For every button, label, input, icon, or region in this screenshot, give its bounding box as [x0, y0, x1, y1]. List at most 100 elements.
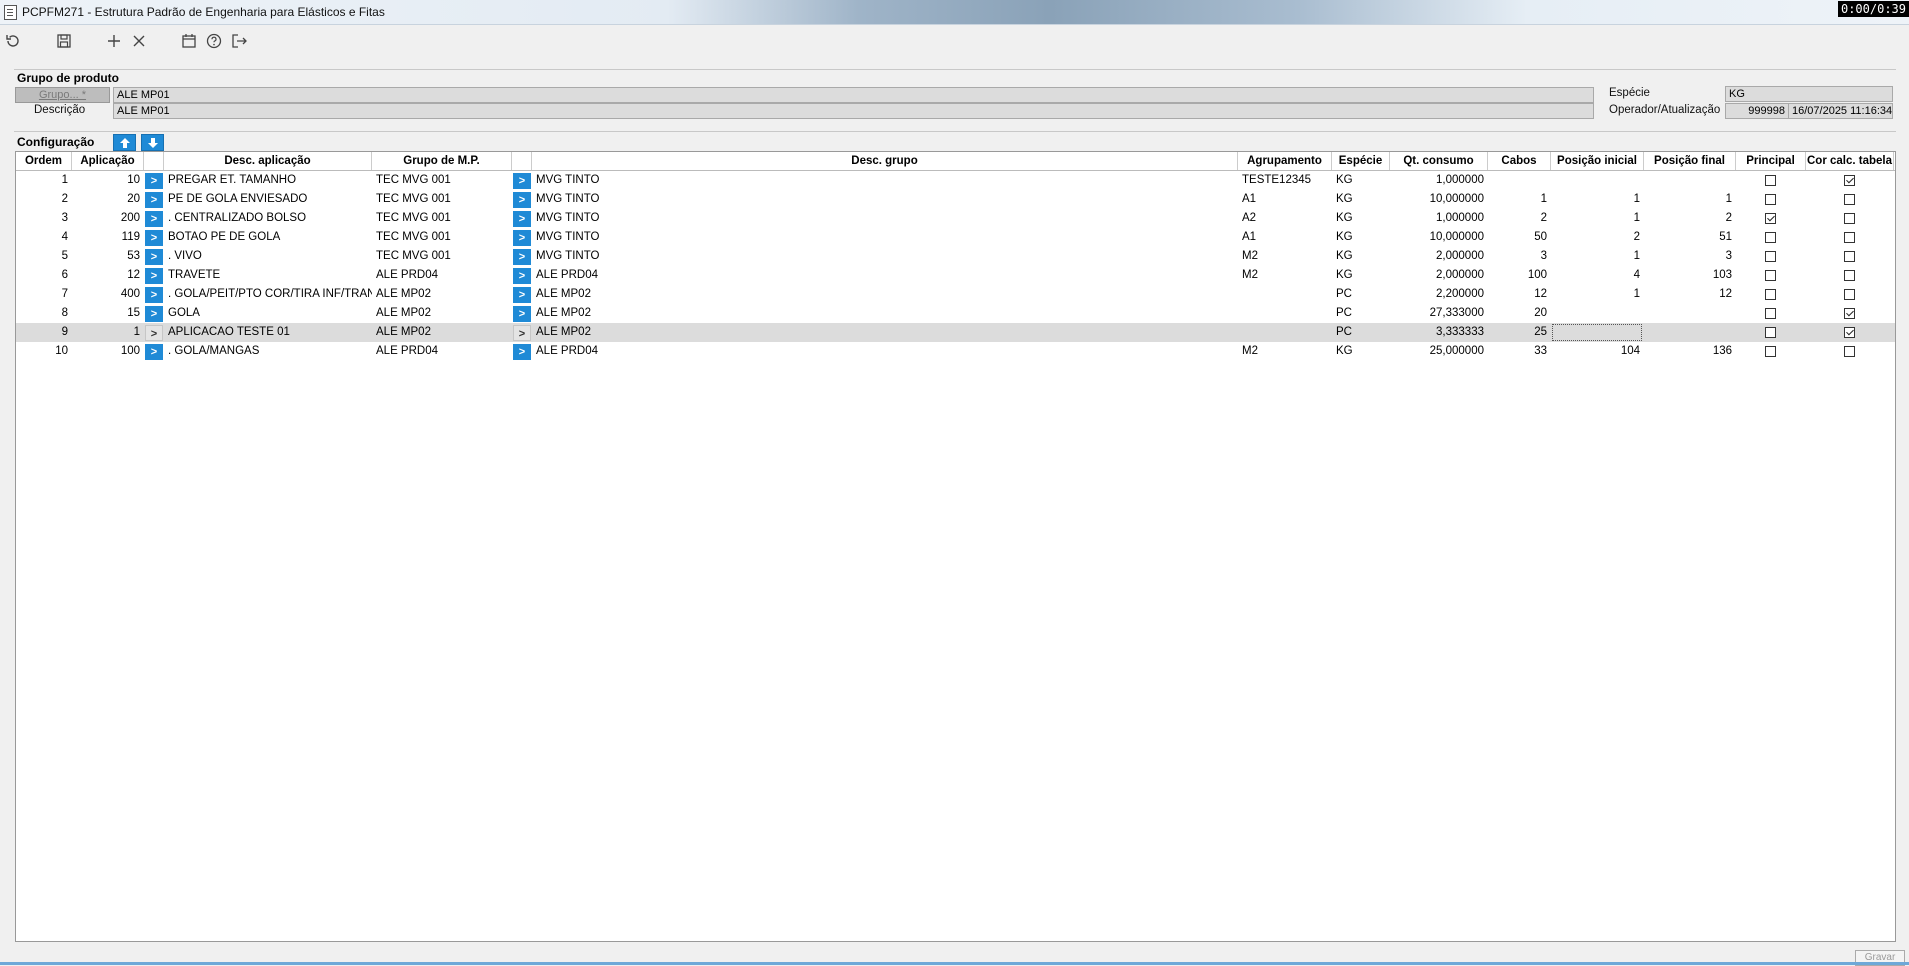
- table-row[interactable]: 7400>. GOLA/PEIT/PTO COR/TIRA INF/TRANC …: [16, 285, 1895, 304]
- grupo-mp-lookup-button[interactable]: >: [513, 344, 531, 360]
- grupo-mp-lookup-button[interactable]: >: [513, 268, 531, 284]
- cell-ordem[interactable]: 10: [16, 342, 72, 361]
- delete-icon[interactable]: [128, 30, 150, 52]
- grupo-mp-lookup-button[interactable]: >: [513, 325, 531, 341]
- cell-grupo-mp[interactable]: ALE MP02: [372, 323, 512, 342]
- cell-especie[interactable]: KG: [1332, 342, 1390, 361]
- cell-agrupamento[interactable]: A1: [1238, 190, 1332, 209]
- cell-desc-aplicacao[interactable]: PREGAR ET. TAMANHO: [164, 171, 372, 190]
- table-row[interactable]: 1 10 > PREGAR ET. TAMANHO TEC MVG 001 > MVG TI…: [16, 171, 1895, 190]
- principal-checkbox[interactable]: [1765, 175, 1776, 186]
- cell-cabos[interactable]: 50: [1488, 228, 1551, 247]
- principal-checkbox[interactable]: [1765, 251, 1776, 262]
- cell-qt-consumo[interactable]: 27,333000: [1390, 304, 1488, 323]
- principal-checkbox[interactable]: [1765, 327, 1776, 338]
- cell-cabos[interactable]: 12: [1488, 285, 1551, 304]
- cell-pos-inicial[interactable]: 1: [1551, 190, 1644, 209]
- aplicacao-lookup-button[interactable]: >: [145, 306, 163, 322]
- descricao-field[interactable]: ALE MP01: [113, 103, 1594, 119]
- cor-calc-checkbox[interactable]: [1844, 346, 1855, 357]
- cor-calc-checkbox[interactable]: [1844, 175, 1855, 186]
- table-row[interactable]: 6 12 > TRAVETE ALE PRD04 > ALE PRD04 M2 KG 2,0000…: [16, 266, 1895, 285]
- cell-qt-consumo[interactable]: 3,333333: [1390, 323, 1488, 342]
- especie-field[interactable]: KG: [1725, 86, 1893, 102]
- table-row[interactable]: 9 1 > APLICACAO TESTE 01 ALE MP02 > ALE MP02 PC…: [16, 323, 1895, 342]
- cell-cabos[interactable]: 2: [1488, 209, 1551, 228]
- cell-aplicacao[interactable]: 10: [72, 171, 144, 190]
- table-row[interactable]: 8 15 > GOLA ALE MP02 > ALE MP02 PC 27,333000 20: [16, 304, 1895, 323]
- grupo-mp-lookup-button[interactable]: >: [513, 287, 531, 303]
- cell-pos-final[interactable]: 136: [1644, 342, 1736, 361]
- cell-desc-grupo[interactable]: MVG TINTO: [532, 190, 1238, 209]
- grupo-field[interactable]: ALE MP01: [113, 87, 1594, 103]
- cell-agrupamento[interactable]: [1238, 323, 1332, 342]
- cell-pos-final[interactable]: 3: [1644, 247, 1736, 266]
- cell-especie[interactable]: PC: [1332, 285, 1390, 304]
- cor-calc-checkbox[interactable]: [1844, 251, 1855, 262]
- cell-agrupamento[interactable]: M2: [1238, 247, 1332, 266]
- cell-grupo-mp[interactable]: TEC MVG 001: [372, 228, 512, 247]
- cell-desc-aplicacao[interactable]: BOTAO PE DE GOLA: [164, 228, 372, 247]
- cell-grupo-mp[interactable]: ALE MP02: [372, 304, 512, 323]
- cell-aplicacao[interactable]: 200: [72, 209, 144, 228]
- cell-pos-final[interactable]: 2: [1644, 209, 1736, 228]
- cell-qt-consumo[interactable]: 25,000000: [1390, 342, 1488, 361]
- cell-desc-grupo[interactable]: ALE MP02: [532, 285, 1238, 304]
- cell-desc-grupo[interactable]: ALE MP02: [532, 323, 1238, 342]
- cell-qt-consumo[interactable]: 2,000000: [1390, 247, 1488, 266]
- cell-qt-consumo[interactable]: 10,000000: [1390, 228, 1488, 247]
- cell-desc-aplicacao[interactable]: . GOLA/PEIT/PTO COR/TIRA INF/TRANC PU: [164, 285, 372, 304]
- cell-pos-inicial[interactable]: 1: [1551, 247, 1644, 266]
- cell-grupo-mp[interactable]: ALE PRD04: [372, 342, 512, 361]
- atualizacao-field[interactable]: 16/07/2025 11:16:34: [1788, 103, 1893, 119]
- cell-grupo-mp[interactable]: TEC MVG 001: [372, 247, 512, 266]
- principal-checkbox[interactable]: [1765, 346, 1776, 357]
- cell-especie[interactable]: KG: [1332, 266, 1390, 285]
- cell-desc-grupo[interactable]: MVG TINTO: [532, 171, 1238, 190]
- cell-pos-final[interactable]: [1644, 323, 1736, 342]
- cell-aplicacao[interactable]: 400: [72, 285, 144, 304]
- cell-grupo-mp[interactable]: ALE PRD04: [372, 266, 512, 285]
- cell-ordem[interactable]: 4: [16, 228, 72, 247]
- cell-cabos[interactable]: 20: [1488, 304, 1551, 323]
- cell-ordem[interactable]: 8: [16, 304, 72, 323]
- cell-desc-aplicacao[interactable]: GOLA: [164, 304, 372, 323]
- exit-icon[interactable]: [228, 30, 250, 52]
- cell-desc-aplicacao[interactable]: PE DE GOLA ENVIESADO: [164, 190, 372, 209]
- cell-agrupamento[interactable]: TESTE12345: [1238, 171, 1332, 190]
- cell-aplicacao[interactable]: 1: [72, 323, 144, 342]
- aplicacao-lookup-button[interactable]: >: [145, 268, 163, 284]
- principal-checkbox[interactable]: [1765, 213, 1776, 224]
- cell-ordem[interactable]: 3: [16, 209, 72, 228]
- cor-calc-checkbox[interactable]: [1844, 194, 1855, 205]
- cor-calc-checkbox[interactable]: [1844, 308, 1855, 319]
- grupo-mp-lookup-button[interactable]: >: [513, 211, 531, 227]
- cell-cabos[interactable]: 33: [1488, 342, 1551, 361]
- principal-checkbox[interactable]: [1765, 308, 1776, 319]
- operador-field[interactable]: 999998: [1725, 103, 1789, 119]
- cell-qt-consumo[interactable]: 1,000000: [1390, 209, 1488, 228]
- cell-pos-final[interactable]: [1644, 171, 1736, 190]
- cell-pos-inicial[interactable]: 104: [1551, 342, 1644, 361]
- aplicacao-lookup-button[interactable]: >: [145, 192, 163, 208]
- configuracao-grid[interactable]: Ordem Aplicação Desc. aplicação Grupo de M.…: [15, 151, 1896, 942]
- cell-cabos[interactable]: 3: [1488, 247, 1551, 266]
- help-icon[interactable]: [203, 30, 225, 52]
- cell-grupo-mp[interactable]: TEC MVG 001: [372, 190, 512, 209]
- cell-qt-consumo[interactable]: 2,000000: [1390, 266, 1488, 285]
- grupo-mp-lookup-button[interactable]: >: [513, 173, 531, 189]
- aplicacao-lookup-button[interactable]: >: [145, 287, 163, 303]
- cell-pos-inicial[interactable]: 1: [1551, 285, 1644, 304]
- grupo-mp-lookup-button[interactable]: >: [513, 249, 531, 265]
- cell-aplicacao[interactable]: 100: [72, 342, 144, 361]
- cell-especie[interactable]: KG: [1332, 171, 1390, 190]
- refresh-icon[interactable]: [2, 30, 24, 52]
- cell-cabos[interactable]: 1: [1488, 190, 1551, 209]
- cell-desc-aplicacao[interactable]: . CENTRALIZADO BOLSO: [164, 209, 372, 228]
- aplicacao-lookup-button[interactable]: >: [145, 325, 163, 341]
- cell-agrupamento[interactable]: A1: [1238, 228, 1332, 247]
- cell-aplicacao[interactable]: 12: [72, 266, 144, 285]
- cell-agrupamento[interactable]: A2: [1238, 209, 1332, 228]
- cell-pos-inicial[interactable]: 4: [1551, 266, 1644, 285]
- cell-desc-grupo[interactable]: ALE PRD04: [532, 342, 1238, 361]
